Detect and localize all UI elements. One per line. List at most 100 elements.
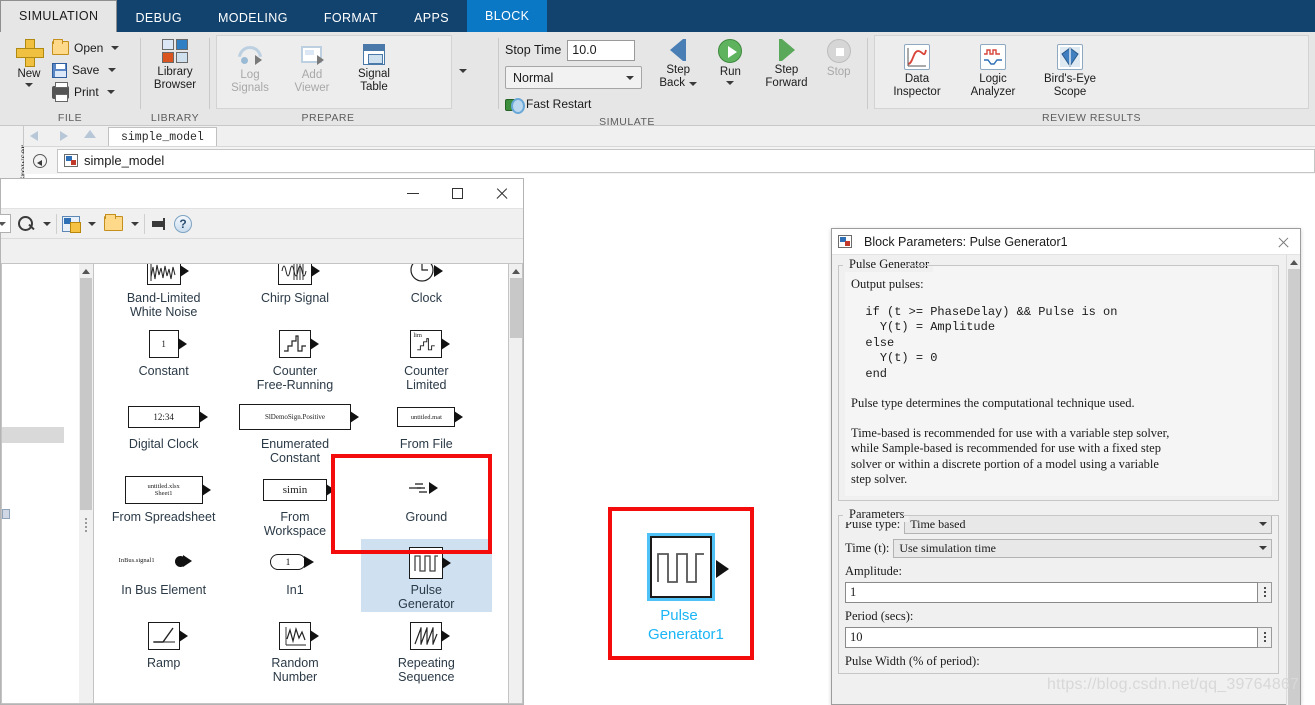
close-icon[interactable] bbox=[479, 179, 523, 208]
log-signals-button[interactable]: Log Signals bbox=[219, 40, 281, 95]
tab-debug[interactable]: DEBUG bbox=[117, 4, 199, 32]
new-button[interactable]: New bbox=[6, 35, 52, 87]
time-select[interactable]: Use simulation time bbox=[893, 538, 1272, 558]
tab-simulation[interactable]: SIMULATION bbox=[0, 0, 118, 32]
save-chevron-down-icon[interactable] bbox=[108, 68, 117, 72]
library-browser-button[interactable]: Library Browser bbox=[147, 35, 203, 92]
library-block-random-number[interactable]: Random Number bbox=[229, 612, 360, 685]
search-icon[interactable] bbox=[17, 215, 35, 232]
chevron-down-icon[interactable] bbox=[726, 81, 735, 85]
canvas-block-pulse-generator1[interactable]: Pulse Generator1 bbox=[648, 536, 729, 644]
dialog-scrollbar[interactable] bbox=[1286, 255, 1300, 705]
chevron-down-icon bbox=[1259, 546, 1267, 550]
print-button[interactable]: Print bbox=[52, 81, 119, 103]
forward-arrow-icon[interactable] bbox=[53, 128, 73, 144]
amplitude-input[interactable]: 1 bbox=[845, 581, 1258, 603]
signal-table-button[interactable]: Signal Table bbox=[343, 40, 405, 94]
library-grid-scrollbar[interactable] bbox=[509, 263, 523, 704]
simulation-mode-select[interactable]: Normal bbox=[505, 66, 642, 89]
model-tab[interactable]: simple_model bbox=[108, 126, 217, 146]
maximize-icon[interactable] bbox=[435, 179, 479, 208]
block-parameters-dialog: Block Parameters: Pulse Generator1 Pulse… bbox=[831, 228, 1301, 705]
library-block-in-bus-element[interactable]: InBus.signal1 In Bus Element bbox=[98, 539, 229, 612]
search-scope-dropdown[interactable] bbox=[0, 214, 11, 233]
library-block-from-workspace[interactable]: simin From Workspace bbox=[229, 466, 360, 539]
library-block-repeating-sequence[interactable]: Repeating Sequence bbox=[361, 612, 492, 685]
library-block-from-spreadsheet[interactable]: untitled.xlsx Sheet1 From Spreadsheet bbox=[98, 466, 229, 539]
library-block-digital-clock[interactable]: 12:34 Digital Clock bbox=[98, 393, 229, 466]
scroll-up-icon[interactable] bbox=[79, 264, 93, 278]
library-block-grid[interactable]: Band-Limited White Noise Chirp Signal Clock… bbox=[93, 263, 509, 704]
library-block-constant[interactable]: 1 Constant bbox=[98, 320, 229, 393]
tab-apps[interactable]: APPS bbox=[396, 4, 467, 32]
fast-restart-button[interactable]: Fast Restart bbox=[505, 93, 652, 115]
scroll-up-icon[interactable] bbox=[509, 264, 522, 278]
open-library-folder-icon[interactable] bbox=[104, 214, 123, 231]
group-title-library: LIBRARY bbox=[150, 112, 200, 124]
library-tree-selected-item[interactable] bbox=[2, 427, 64, 443]
save-button[interactable]: Save bbox=[52, 59, 119, 81]
data-inspector-button[interactable]: Data Inspector bbox=[879, 40, 955, 99]
library-block-ramp[interactable]: Ramp bbox=[98, 612, 229, 685]
stop-button[interactable]: Stop bbox=[817, 35, 862, 79]
tab-modeling[interactable]: MODELING bbox=[200, 4, 306, 32]
open-button[interactable]: Open bbox=[52, 37, 120, 59]
folder-chevron-down-icon[interactable] bbox=[131, 221, 139, 226]
scroll-up-icon[interactable] bbox=[1287, 255, 1300, 269]
library-block-counter-free-running[interactable]: Counter Free-Running bbox=[229, 320, 360, 393]
birds-eye-scope-label-1: Bird's-Eye bbox=[1043, 73, 1097, 85]
library-block-pulse-generator[interactable]: Pulse Generator bbox=[360, 539, 492, 612]
birds-eye-scope-button[interactable]: Bird's-Eye Scope bbox=[1031, 40, 1109, 99]
dialog-close-icon[interactable] bbox=[1272, 231, 1294, 253]
library-block-counter-limited[interactable]: lim Counter Limited bbox=[361, 320, 492, 393]
library-block-chirp-signal[interactable]: Chirp Signal bbox=[229, 264, 360, 320]
print-label: Print bbox=[74, 85, 99, 99]
help-icon[interactable]: ? bbox=[174, 214, 192, 233]
add-viewer-button[interactable]: Add Viewer bbox=[281, 40, 343, 95]
library-tree-panel[interactable] bbox=[1, 263, 79, 704]
library-block-from-file[interactable]: untitled.mat From File bbox=[361, 393, 492, 466]
pin-icon[interactable] bbox=[150, 217, 168, 231]
library-browser-window: ? Band-Limited White Noise Chirp Signal Clo… bbox=[0, 178, 524, 705]
prepare-overflow-button[interactable] bbox=[452, 35, 474, 107]
search-chevron-down-icon[interactable] bbox=[43, 221, 51, 226]
stop-time-input[interactable]: 10.0 bbox=[567, 39, 636, 61]
period-input[interactable]: 10 bbox=[845, 626, 1258, 648]
description-para1: Pulse type determines the computational … bbox=[851, 396, 1135, 410]
breadcrumb-back-button[interactable] bbox=[29, 150, 51, 172]
step-back-button[interactable]: Step Back bbox=[652, 35, 704, 90]
add-block-icon[interactable] bbox=[62, 215, 81, 233]
block-name-line2: Free-Running bbox=[256, 378, 334, 392]
breadcrumb-path-field[interactable]: simple_model bbox=[57, 148, 1315, 173]
run-button[interactable]: Run bbox=[704, 35, 756, 85]
library-block-in1[interactable]: 1 In1 bbox=[229, 539, 360, 612]
up-arrow-icon[interactable] bbox=[79, 128, 99, 144]
tab-format[interactable]: FORMAT bbox=[306, 4, 396, 32]
step-forward-button[interactable]: Step Forward bbox=[757, 35, 817, 90]
tab-block[interactable]: BLOCK bbox=[467, 0, 548, 32]
scrollbar-thumb[interactable] bbox=[80, 278, 92, 510]
amplitude-stepper[interactable] bbox=[1258, 581, 1272, 603]
scrollbar-grip[interactable] bbox=[83, 516, 89, 540]
back-arrow-icon[interactable] bbox=[27, 128, 47, 144]
library-block-clock[interactable]: Clock bbox=[361, 264, 492, 320]
minimize-icon[interactable] bbox=[391, 179, 435, 208]
open-chevron-down-icon[interactable] bbox=[111, 46, 120, 50]
library-block-enumerated-constant[interactable]: SlDemoSign.Positive Enumerated Constant bbox=[229, 393, 360, 466]
library-block-band-limited-white-noise[interactable]: Band-Limited White Noise bbox=[98, 264, 229, 320]
scrollbar-thumb[interactable] bbox=[510, 278, 522, 338]
print-chevron-down-icon[interactable] bbox=[106, 90, 115, 94]
step-forward-label-2: Forward bbox=[765, 77, 808, 89]
block-glyph: untitled.xlsx Sheet1 bbox=[124, 472, 211, 508]
signal-table-label-2: Table bbox=[360, 81, 388, 93]
period-stepper[interactable] bbox=[1258, 626, 1272, 648]
library-tree-scrollbar[interactable] bbox=[79, 263, 93, 704]
block-name-line1: In1 bbox=[286, 583, 304, 597]
logic-analyzer-button[interactable]: Logic Analyzer bbox=[955, 40, 1031, 99]
pulse-type-select[interactable]: Time based bbox=[904, 514, 1272, 534]
chevron-down-icon[interactable] bbox=[688, 81, 697, 86]
chevron-down-icon[interactable] bbox=[25, 83, 33, 87]
scrollbar-thumb[interactable] bbox=[1288, 269, 1300, 705]
library-block-ground[interactable]: Ground bbox=[361, 466, 492, 539]
add-block-chevron-down-icon[interactable] bbox=[88, 221, 96, 226]
